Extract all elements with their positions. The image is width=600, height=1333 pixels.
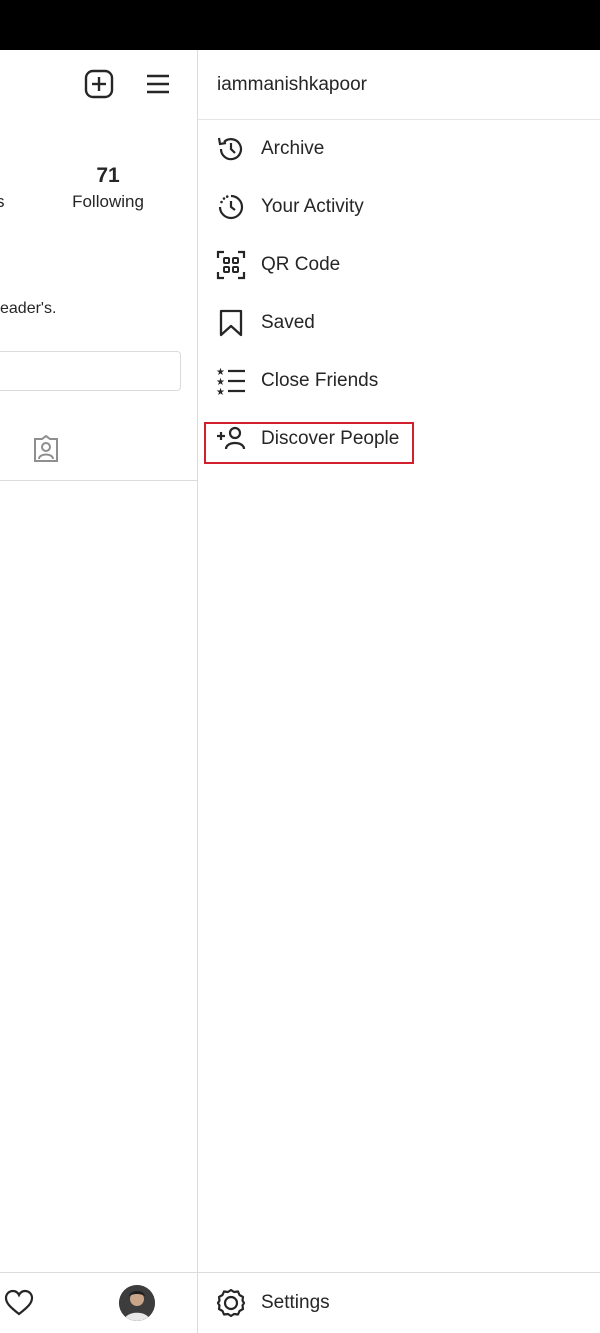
followers-label: s	[0, 192, 5, 211]
status-bar	[0, 0, 600, 50]
menu-item-close-friends[interactable]: ★ ★ ★ Close Friends	[198, 352, 600, 410]
discover-people-highlight	[204, 422, 414, 464]
options-drawer: iammanishkapoor Archive Your Activity QR…	[197, 50, 600, 1333]
qr-code-icon	[216, 250, 246, 280]
svg-text:★: ★	[216, 387, 225, 396]
tagged-tab[interactable]	[31, 435, 61, 463]
drawer-username: iammanishkapoor	[217, 74, 367, 95]
menu-item-saved[interactable]: Saved	[198, 294, 600, 352]
archive-icon	[216, 134, 246, 164]
tab-divider	[0, 480, 197, 481]
profile-panel: s 71 Following eader's.	[0, 50, 197, 1333]
following-label[interactable]: Following	[62, 192, 154, 212]
settings-divider	[198, 1272, 600, 1273]
plus-square-icon	[84, 69, 114, 99]
bookmark-icon	[216, 308, 246, 338]
close-friends-icon: ★ ★ ★	[216, 366, 246, 396]
menu-label-qr-code: QR Code	[261, 254, 341, 275]
menu-item-qr-code[interactable]: QR Code	[198, 236, 600, 294]
menu-item-your-activity[interactable]: Your Activity	[198, 178, 600, 236]
bio-text: eader's.	[0, 300, 57, 317]
menu-item-archive[interactable]: Archive	[198, 120, 600, 178]
menu-label-archive: Archive	[261, 138, 325, 159]
heart-icon	[4, 1289, 34, 1316]
settings-button[interactable]: Settings	[198, 1274, 600, 1332]
hamburger-icon	[147, 74, 169, 94]
profile-avatar[interactable]	[119, 1285, 155, 1321]
activity-icon	[216, 192, 246, 222]
following-count[interactable]: 71	[62, 164, 154, 188]
menu-label-saved: Saved	[261, 312, 315, 333]
settings-label: Settings	[261, 1292, 330, 1313]
menu-label-close-friends: Close Friends	[261, 370, 379, 391]
menu-button[interactable]	[140, 66, 176, 102]
new-post-button[interactable]	[81, 66, 117, 102]
tagged-person-icon	[34, 435, 58, 462]
edit-profile-button[interactable]	[0, 351, 181, 391]
menu-label-your-activity: Your Activity	[261, 196, 364, 217]
gear-icon	[216, 1288, 246, 1318]
avatar-image	[119, 1285, 155, 1321]
activity-tab[interactable]	[4, 1289, 34, 1317]
bottom-nav-divider	[0, 1272, 197, 1273]
